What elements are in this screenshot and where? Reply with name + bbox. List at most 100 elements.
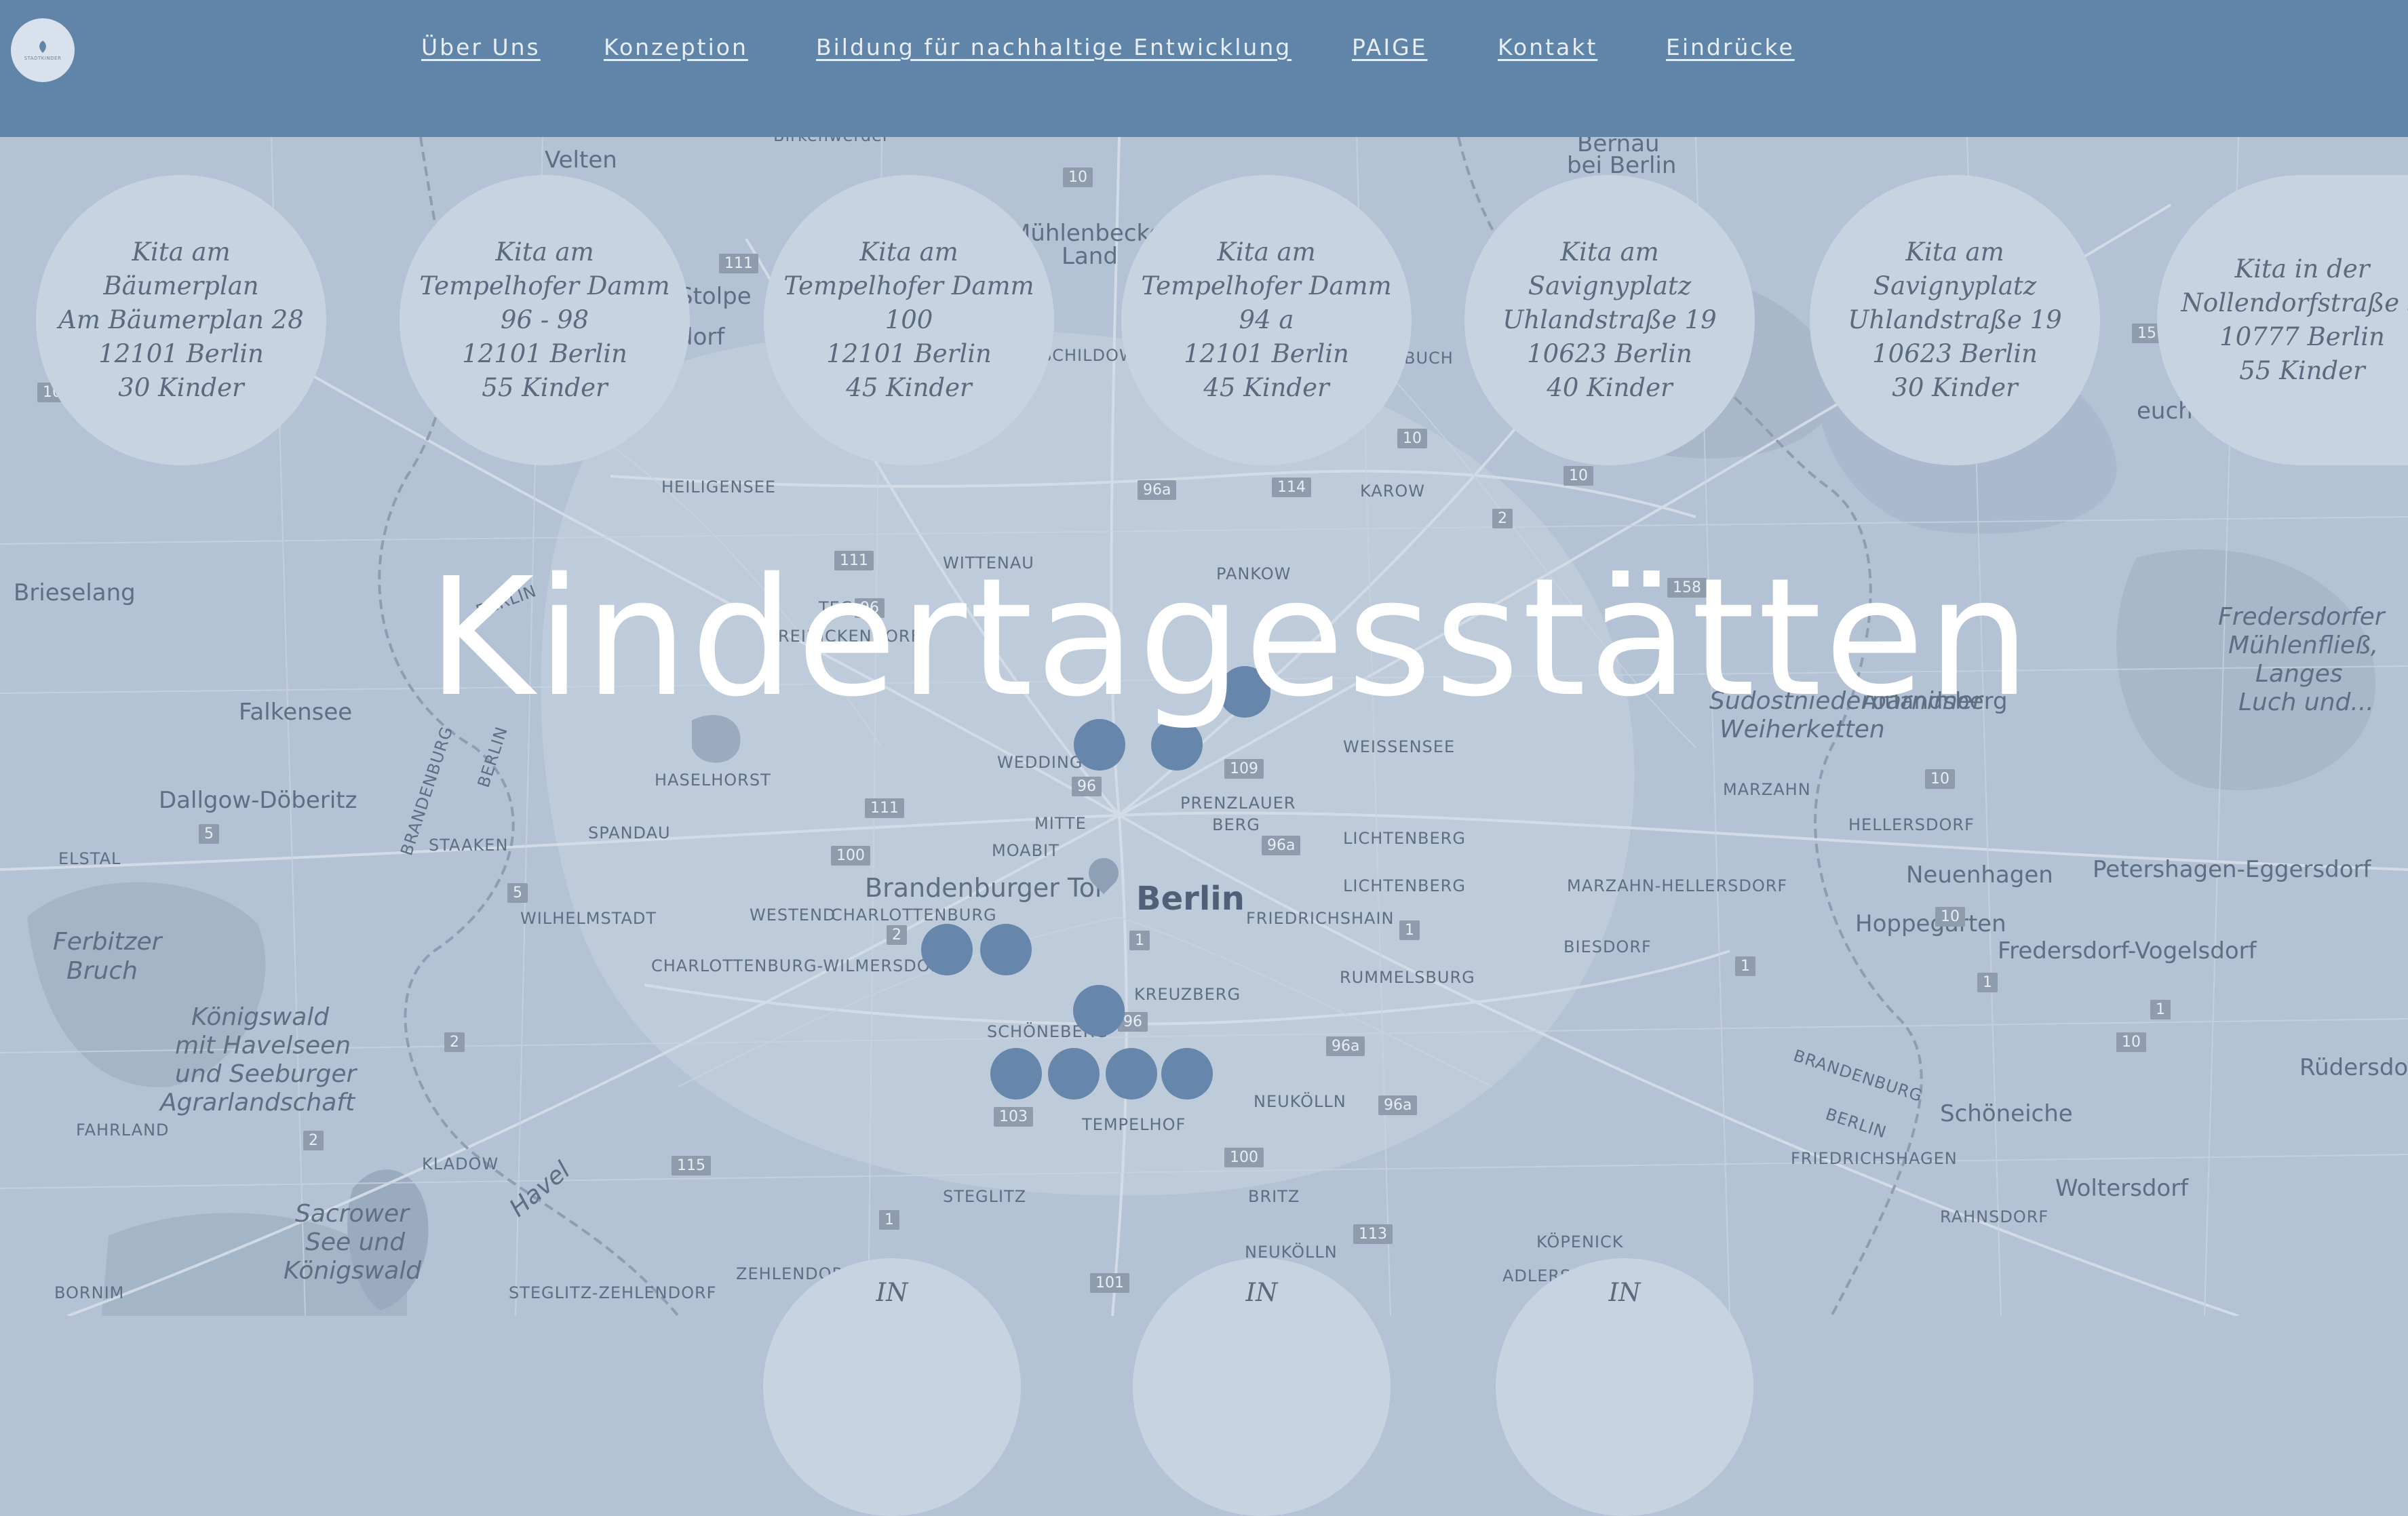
map-label-wedding: WEDDING xyxy=(997,753,1083,772)
kita-card-tempelhofer-damm-96[interactable]: Kita am Tempelhofer Damm 96 - 98 12101 B… xyxy=(400,175,690,465)
map-label-hoppegarten: Hoppegarten xyxy=(1855,910,2006,937)
map-label-staaken: STAAKEN xyxy=(429,836,509,855)
kita-line: Kita am xyxy=(1560,237,1659,267)
road-shield: 111 xyxy=(865,798,904,818)
kita-line: Tempelhofer Damm xyxy=(783,271,1034,300)
kita-line: 94 a xyxy=(1239,305,1294,334)
kita-card-bottom-1[interactable]: IN xyxy=(763,1258,1021,1516)
map-label-marzahn-hellersdorf: MARZAHN-HELLERSDORF xyxy=(1567,876,1788,895)
kita-card-bottom-3[interactable]: IN xyxy=(1496,1258,1753,1516)
map-label-fredersdorfer-2: Mühlenfließ, xyxy=(2228,631,2379,659)
kita-card-bottom-2[interactable]: IN xyxy=(1133,1258,1391,1516)
map-label-heiligensee: HEILIGENSEE xyxy=(661,478,777,497)
map-label-ruedersdorf: Rüdersdorf xyxy=(2299,1054,2408,1081)
nav-link-konzeption[interactable]: Konzeption xyxy=(604,34,748,60)
nav-link-kontakt[interactable]: Kontakt xyxy=(1498,34,1597,60)
road-shield: 96 xyxy=(1072,777,1102,796)
top-navigation-bar: STADTKINDER Über Uns Konzeption Bildung … xyxy=(0,0,2408,137)
kita-line: 12101 Berlin xyxy=(462,339,627,368)
kita-line: IN xyxy=(1608,1278,1641,1307)
kita-line: 40 Kinder xyxy=(1547,373,1673,402)
kita-line: Nollendorfstraße 3 xyxy=(2181,288,2408,317)
kita-location-marker[interactable] xyxy=(1048,1048,1100,1100)
road-shield: 1 xyxy=(1129,931,1150,950)
nav-link-ueber-uns[interactable]: Über Uns xyxy=(421,34,541,60)
nav-link-eindruecke[interactable]: Eindrücke xyxy=(1666,34,1795,60)
leaf-icon xyxy=(39,41,46,53)
map-label-stolpe: Stolpe xyxy=(678,283,752,310)
kita-line: 12101 Berlin xyxy=(826,339,992,368)
site-logo[interactable]: STADTKINDER xyxy=(11,18,75,82)
kita-card-baeumerplan[interactable]: Kita am Bäumerplan Am Bäumerplan 28 1210… xyxy=(36,175,326,465)
kita-line: 12101 Berlin xyxy=(98,339,264,368)
map-label-sacrower-2: See und xyxy=(305,1228,406,1256)
kita-line: Uhlandstraße 19 xyxy=(1502,305,1717,334)
kita-line: Tempelhofer Damm xyxy=(1141,271,1392,300)
kita-line: Kita in der xyxy=(2234,254,2370,284)
map-label-schoeneiche: Schöneiche xyxy=(1940,1100,2073,1127)
nav-link-bildung[interactable]: Bildung für nachhaltige Entwicklung xyxy=(816,34,1292,60)
map-label-brieselang: Brieselang xyxy=(14,579,136,606)
map-label-sacrower-1: Sacrower xyxy=(295,1200,409,1228)
road-shield: 10 xyxy=(1935,907,1965,927)
road-shield: 100 xyxy=(1224,1148,1264,1167)
road-shield: 96a xyxy=(1378,1095,1418,1115)
map-label-neukoelln: NEUKÖLLN xyxy=(1254,1092,1346,1111)
kita-line: Am Bäumerplan 28 xyxy=(58,305,304,334)
kita-line: 12101 Berlin xyxy=(1184,339,1349,368)
kita-line: 96 - 98 xyxy=(500,305,589,334)
map-label-petershagen: Petershagen-Eggersdorf xyxy=(2093,856,2371,883)
kita-line: 55 Kinder xyxy=(482,373,608,402)
map-label-bruch: Bruch xyxy=(66,957,138,985)
kita-card-tempelhofer-damm-94a[interactable]: Kita am Tempelhofer Damm 94 a 12101 Berl… xyxy=(1121,175,1412,465)
map-label-hellersdorf: HELLERSDORF xyxy=(1848,815,1975,834)
map-label-bornim: BORNIM xyxy=(54,1283,125,1302)
road-shield: 114 xyxy=(1272,478,1311,497)
map-label-buch: BUCH xyxy=(1404,349,1454,368)
kita-location-marker[interactable] xyxy=(990,1048,1042,1100)
road-shield: 2 xyxy=(1492,509,1513,528)
road-shield: 10 xyxy=(1063,168,1093,187)
map-label-fredersdorfer-1: Fredersdorfer xyxy=(2218,603,2385,631)
map-label-wilhelmstadt: WILHELMSTADT xyxy=(520,909,657,928)
map-label-charlottenburg-wilmersdorf: CHARLOTTENBURG-WILMERSDORF xyxy=(651,956,953,975)
kita-card-savignyplatz-30[interactable]: Kita am Savignyplatz Uhlandstraße 19 106… xyxy=(1810,175,2100,465)
kita-line: Kita am xyxy=(859,237,958,267)
road-shield: 96a xyxy=(1138,480,1177,500)
map-label-tempelhof: TEMPELHOF xyxy=(1082,1115,1186,1134)
kita-line: 30 Kinder xyxy=(118,373,244,402)
kita-location-marker[interactable] xyxy=(980,924,1032,975)
road-shield: 10 xyxy=(1397,429,1427,448)
map-label-westend: WESTEND xyxy=(750,906,836,925)
map-label-moabit: MOABIT xyxy=(992,841,1060,860)
map-label-ferbitzer: Ferbitzer xyxy=(53,928,162,956)
map-label-koepenick: KÖPENICK xyxy=(1536,1232,1624,1251)
road-shield: 96a xyxy=(1326,1036,1365,1056)
page-title: Kindertagesstätten xyxy=(427,543,2034,733)
kita-card-tempelhofer-damm-100[interactable]: Kita am Tempelhofer Damm 100 12101 Berli… xyxy=(764,175,1054,465)
kita-card-savignyplatz-40[interactable]: Kita am Savignyplatz Uhlandstraße 19 106… xyxy=(1464,175,1755,465)
road-shield: 1 xyxy=(2150,1000,2171,1019)
map-label-britz: BRITZ xyxy=(1248,1187,1300,1206)
map-label-fahrland: FAHRLAND xyxy=(76,1121,170,1140)
map-label-karow: KAROW xyxy=(1360,482,1426,501)
road-shield: 5 xyxy=(507,883,528,903)
kita-line: 10777 Berlin xyxy=(2219,322,2385,351)
kita-location-marker[interactable] xyxy=(1161,1048,1213,1100)
map-label-koenigswald-4: Agrarlandschaft xyxy=(160,1089,355,1116)
road-shield: 101 xyxy=(1090,1273,1129,1293)
nav-link-paige[interactable]: PAIGE xyxy=(1352,34,1428,60)
map-label-berlin: Berlin xyxy=(1136,880,1245,918)
map-label-marzahn: MARZAHN xyxy=(1723,780,1811,799)
road-shield: 115 xyxy=(672,1156,711,1175)
map-label-koenigswald-2: mit Havelseen xyxy=(175,1032,351,1060)
map-label-velten: Velten xyxy=(545,147,617,174)
kita-line: Kita am xyxy=(1217,237,1316,267)
kita-location-marker[interactable] xyxy=(921,924,973,975)
map-label-dallgow: Dallgow-Döberitz xyxy=(159,787,357,814)
map-label-rahnsdorf: RAHNSDORF xyxy=(1940,1207,2049,1226)
kita-location-marker[interactable] xyxy=(1106,1048,1157,1100)
kita-line: Savignyplatz xyxy=(1528,271,1692,300)
kita-location-marker[interactable] xyxy=(1073,985,1125,1036)
map-label-spandau: SPANDAU xyxy=(588,823,671,842)
